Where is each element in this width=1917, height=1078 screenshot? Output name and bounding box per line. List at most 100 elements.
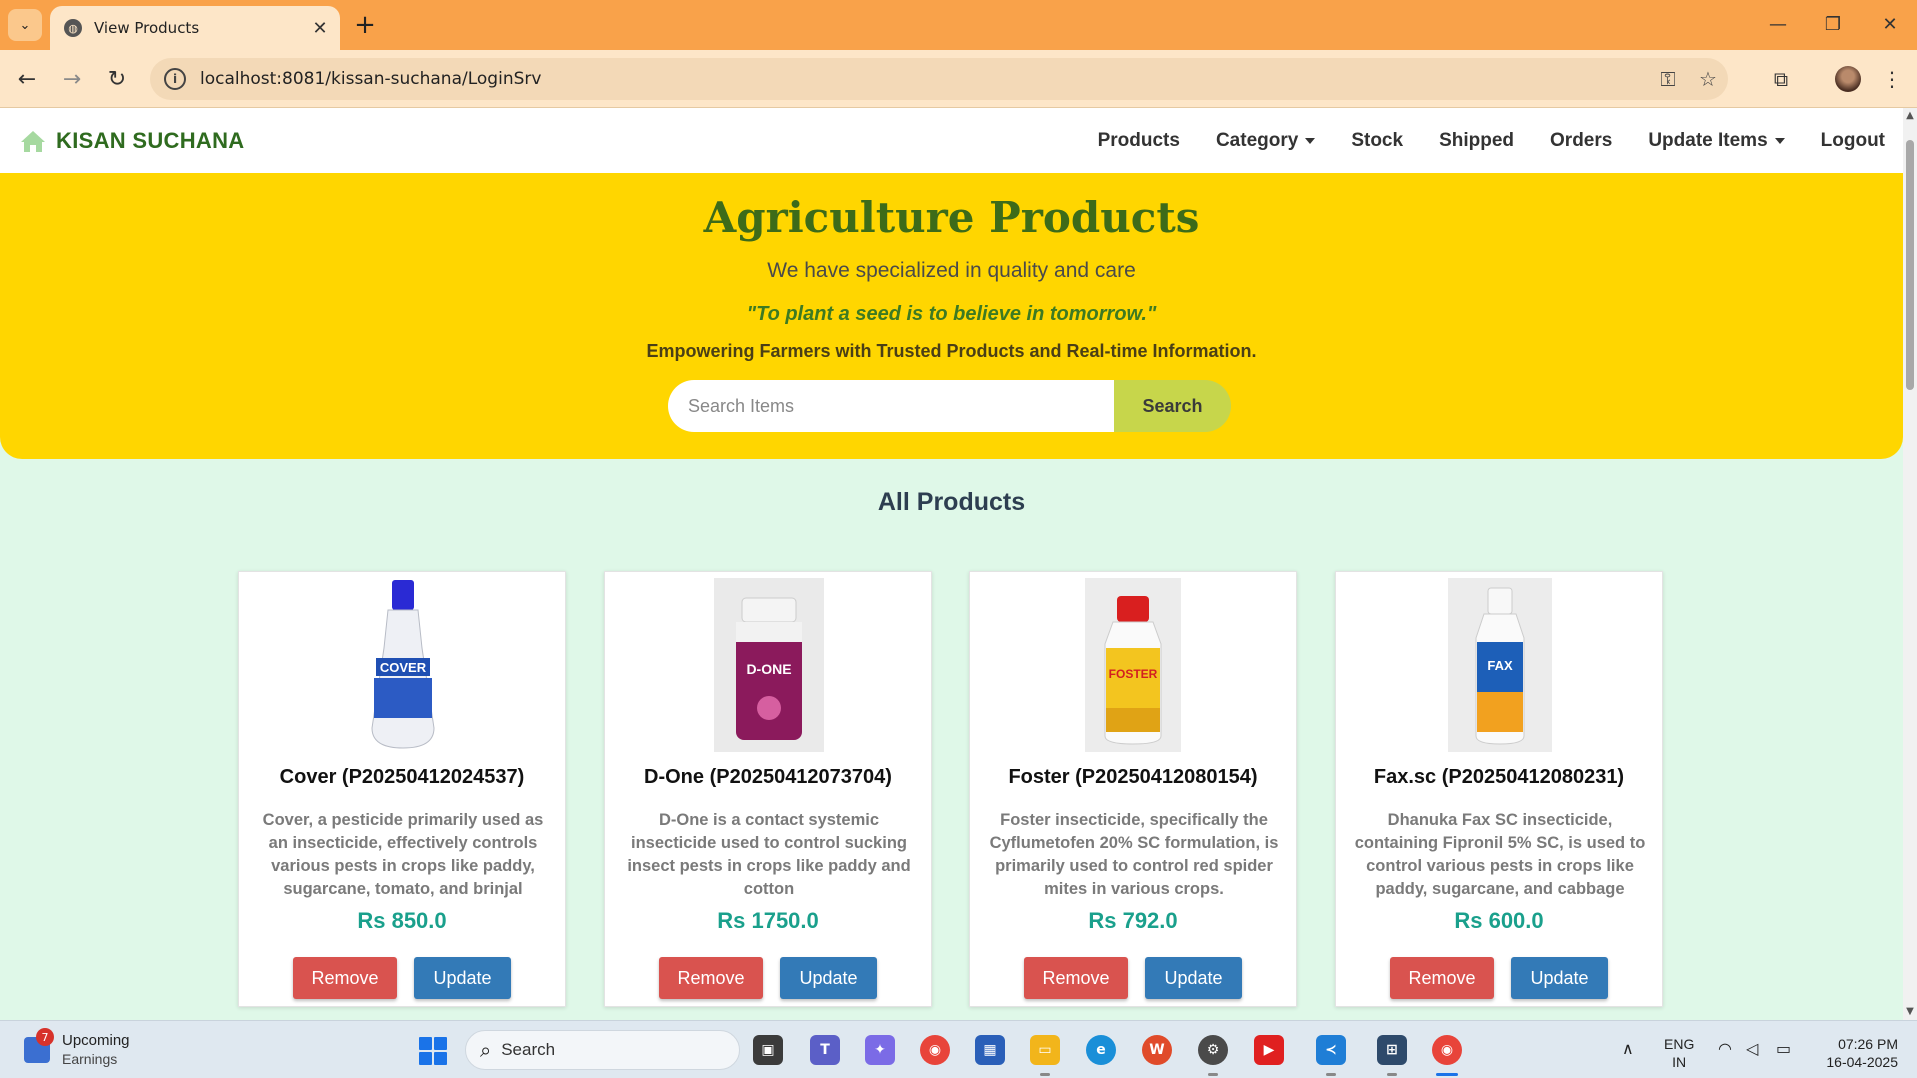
nav-category-dropdown[interactable]: Category (1198, 130, 1333, 152)
app-running-indicator (1326, 1073, 1336, 1076)
browser-tabstrip: ⌄ ◍ View Products ✕ + — ❐ ✕ (0, 0, 1917, 50)
product-name: Foster (P20250412080154) (1008, 766, 1258, 788)
new-tab-button[interactable]: + (350, 10, 380, 40)
battery-icon[interactable]: ▭ (1776, 1039, 1791, 1058)
nav-products[interactable]: Products (1080, 130, 1198, 152)
nav-stock[interactable]: Stock (1333, 130, 1421, 152)
teams-icon[interactable]: T (810, 1035, 840, 1065)
update-button[interactable]: Update (414, 957, 511, 999)
section-title: All Products (877, 488, 1026, 516)
page-viewport: KISAN SUCHANA Products Category Stock Sh… (0, 108, 1903, 1020)
product-image-cover: COVER (371, 580, 435, 749)
app-running-indicator (1040, 1073, 1050, 1076)
nav-shipped[interactable]: Shipped (1421, 130, 1532, 152)
volume-icon[interactable]: ◁ (1746, 1039, 1758, 1058)
scroll-down-icon[interactable]: ▼ (1905, 1006, 1915, 1017)
search-button[interactable]: Search (1114, 380, 1231, 432)
product-price: Rs 600.0 (1454, 908, 1544, 933)
copilot-icon[interactable]: ✦ (865, 1035, 895, 1065)
file-explorer-icon[interactable]: ▭ (1030, 1035, 1060, 1065)
nav-update-items-dropdown[interactable]: Update Items (1630, 130, 1802, 152)
product-image-label: FAX (1487, 658, 1513, 673)
search-input[interactable] (668, 380, 1114, 432)
chevron-up-icon[interactable]: ∧ (1622, 1039, 1634, 1058)
nav-logout[interactable]: Logout (1803, 130, 1903, 152)
bookmark-star-icon[interactable]: ☆ (1688, 64, 1728, 94)
password-key-icon[interactable]: ⚿ (1648, 64, 1688, 94)
profile-avatar[interactable] (1830, 62, 1866, 96)
browser-toolbar: ← → ↻ i localhost:8081/kissan-suchana/Lo… (0, 50, 1917, 108)
product-card: FAX Fax.sc (P20250412080231) Dhanuka Fax… (1335, 571, 1663, 1007)
chrome-profile-icon[interactable]: ◉ (1432, 1035, 1462, 1065)
restore-window-icon[interactable]: ❐ (1813, 8, 1853, 40)
language-line-1: ENG (1664, 1036, 1695, 1052)
app-icon[interactable]: ⚙ (1198, 1035, 1228, 1065)
taskbar-search[interactable]: ⌕ Search (465, 1030, 740, 1070)
globe-icon: ◍ (64, 19, 82, 37)
app-running-indicator (1387, 1073, 1397, 1076)
scrollbar-thumb[interactable] (1906, 140, 1914, 390)
mysql-workbench-icon[interactable]: ⊞ (1377, 1035, 1407, 1065)
nav-orders[interactable]: Orders (1532, 130, 1630, 152)
wps-office-icon[interactable]: W (1142, 1035, 1172, 1065)
product-card: FOSTER Foster (P20250412080154) Foster i… (969, 571, 1297, 1007)
scroll-up-icon[interactable]: ▲ (1905, 110, 1915, 121)
widget-subtitle: Earnings (62, 1051, 118, 1067)
update-button[interactable]: Update (1511, 957, 1608, 999)
page-scrollbar[interactable]: ▲ ▼ (1903, 108, 1917, 1020)
browser-menu-icon[interactable]: ⋮ (1874, 62, 1910, 96)
clock[interactable]: 07:26 PM 16-04-2025 (1812, 1035, 1898, 1071)
back-arrow-icon[interactable]: ← (10, 62, 44, 96)
remove-button[interactable]: Remove (1390, 957, 1494, 999)
windows-taskbar: 7 Upcoming Earnings ⌕ Search ▣ T ✦ ◉ ▦ ▭… (0, 1020, 1917, 1078)
task-view-icon[interactable]: ▣ (753, 1035, 783, 1065)
hero-title: Agriculture Products (703, 193, 1200, 242)
address-bar-url[interactable]: localhost:8081/kissan-suchana/LoginSrv (200, 69, 1648, 89)
tab-title: View Products (94, 19, 200, 37)
widgets-button[interactable]: 7 Upcoming Earnings (24, 1028, 130, 1069)
search-icon: ⌕ (480, 1038, 492, 1062)
start-button[interactable] (419, 1037, 447, 1065)
youtube-icon[interactable]: ▶ (1254, 1035, 1284, 1065)
product-description: Foster insecticide, specifically the Cyf… (989, 811, 1279, 898)
search-form: Search (668, 380, 1231, 432)
product-card: COVER Cover (P20250412024537) Cover, a p… (238, 571, 566, 1007)
forward-arrow-icon[interactable]: → (55, 62, 89, 96)
product-name: Fax.sc (P20250412080231) (1373, 766, 1625, 788)
site-info-icon[interactable]: i (164, 68, 186, 90)
chrome-icon[interactable]: ◉ (920, 1035, 950, 1065)
reload-icon[interactable]: ↻ (100, 62, 134, 96)
nav-links: Products Category Stock Shipped Orders U… (1080, 108, 1903, 173)
product-image-label: COVER (380, 660, 427, 675)
product-card: D-ONE D-One (P20250412073704) D-One is a… (604, 571, 932, 1007)
caret-down-icon (1774, 137, 1785, 144)
product-name: D-One (P20250412073704) (644, 766, 892, 788)
remove-button[interactable]: Remove (659, 957, 763, 999)
hero-tagline: Empowering Farmers with Trusted Products… (646, 341, 1257, 361)
extensions-icon[interactable]: ⧉ (1763, 62, 1799, 96)
brand-name: KISAN SUCHANA (56, 127, 245, 153)
close-window-icon[interactable]: ✕ (1870, 8, 1910, 40)
browser-tab-active[interactable]: ◍ View Products ✕ (50, 6, 340, 50)
wifi-icon[interactable]: ◠ (1718, 1039, 1732, 1058)
widget-text: Upcoming Earnings (62, 1031, 130, 1069)
address-bar[interactable]: i localhost:8081/kissan-suchana/LoginSrv… (150, 58, 1728, 100)
edge-icon[interactable]: e (1086, 1035, 1116, 1065)
tab-search-button[interactable]: ⌄ (8, 9, 42, 41)
minimize-window-icon[interactable]: — (1758, 8, 1798, 40)
language-indicator[interactable]: ENG IN (1664, 1035, 1694, 1071)
chevron-down-icon: ⌄ (19, 17, 31, 33)
remove-button[interactable]: Remove (1024, 957, 1128, 999)
update-button[interactable]: Update (780, 957, 877, 999)
app-running-indicator (1208, 1073, 1218, 1076)
vscode-icon[interactable]: ≺ (1316, 1035, 1346, 1065)
widget-title: Upcoming (62, 1032, 130, 1049)
update-button[interactable]: Update (1145, 957, 1242, 999)
nav-update-items-label: Update Items (1648, 129, 1768, 151)
store-icon[interactable]: ▦ (975, 1035, 1005, 1065)
remove-button[interactable]: Remove (293, 957, 397, 999)
product-price: Rs 1750.0 (717, 908, 819, 933)
close-tab-icon[interactable]: ✕ (306, 14, 334, 42)
notification-badge: 7 (36, 1028, 54, 1046)
brand-link[interactable]: KISAN SUCHANA (20, 128, 244, 154)
